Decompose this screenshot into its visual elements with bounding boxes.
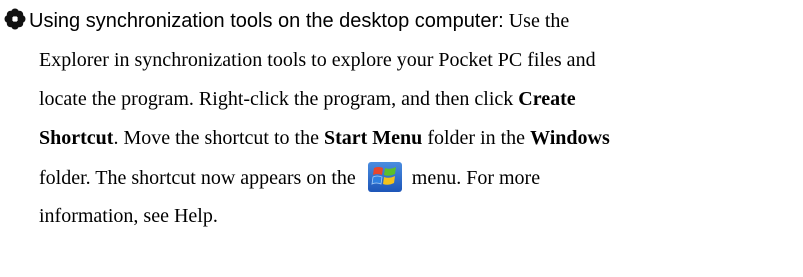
line3-text: locate the program. Right-click the prog… bbox=[39, 88, 519, 110]
windows-start-icon bbox=[367, 162, 402, 192]
paragraph-line-4: Shortcut. Move the shortcut to the Start… bbox=[4, 123, 796, 162]
paragraph-line-2: Explorer in synchronization tools to exp… bbox=[39, 49, 596, 71]
line1-text: Use the bbox=[503, 10, 570, 32]
shortcut-label: Shortcut bbox=[39, 127, 114, 149]
paragraph-line-3: locate the program. Right-click the prog… bbox=[4, 84, 796, 123]
line5-text-a: folder. The shortcut now appears on the bbox=[39, 167, 356, 189]
section-heading: Using synchronization tools on the deskt… bbox=[29, 10, 499, 32]
line5-text-b: menu. For more bbox=[411, 167, 541, 189]
start-menu-label: Start Menu bbox=[323, 127, 423, 149]
help-paragraph: Using synchronization tools on the deskt… bbox=[4, 6, 796, 240]
create-label: Create bbox=[518, 88, 576, 110]
paragraph-line-5: folder. The shortcut now appears on the … bbox=[4, 162, 796, 201]
paragraph-line-1: Using synchronization tools on the deskt… bbox=[4, 6, 796, 45]
line4-text-a: . Move the shortcut to the bbox=[113, 127, 324, 149]
flower-bullet-icon bbox=[4, 8, 26, 30]
line4-text-b: folder in the bbox=[422, 127, 531, 149]
windows-label: Windows bbox=[530, 127, 610, 149]
paragraph-line-6: information, see Help. bbox=[39, 205, 218, 227]
